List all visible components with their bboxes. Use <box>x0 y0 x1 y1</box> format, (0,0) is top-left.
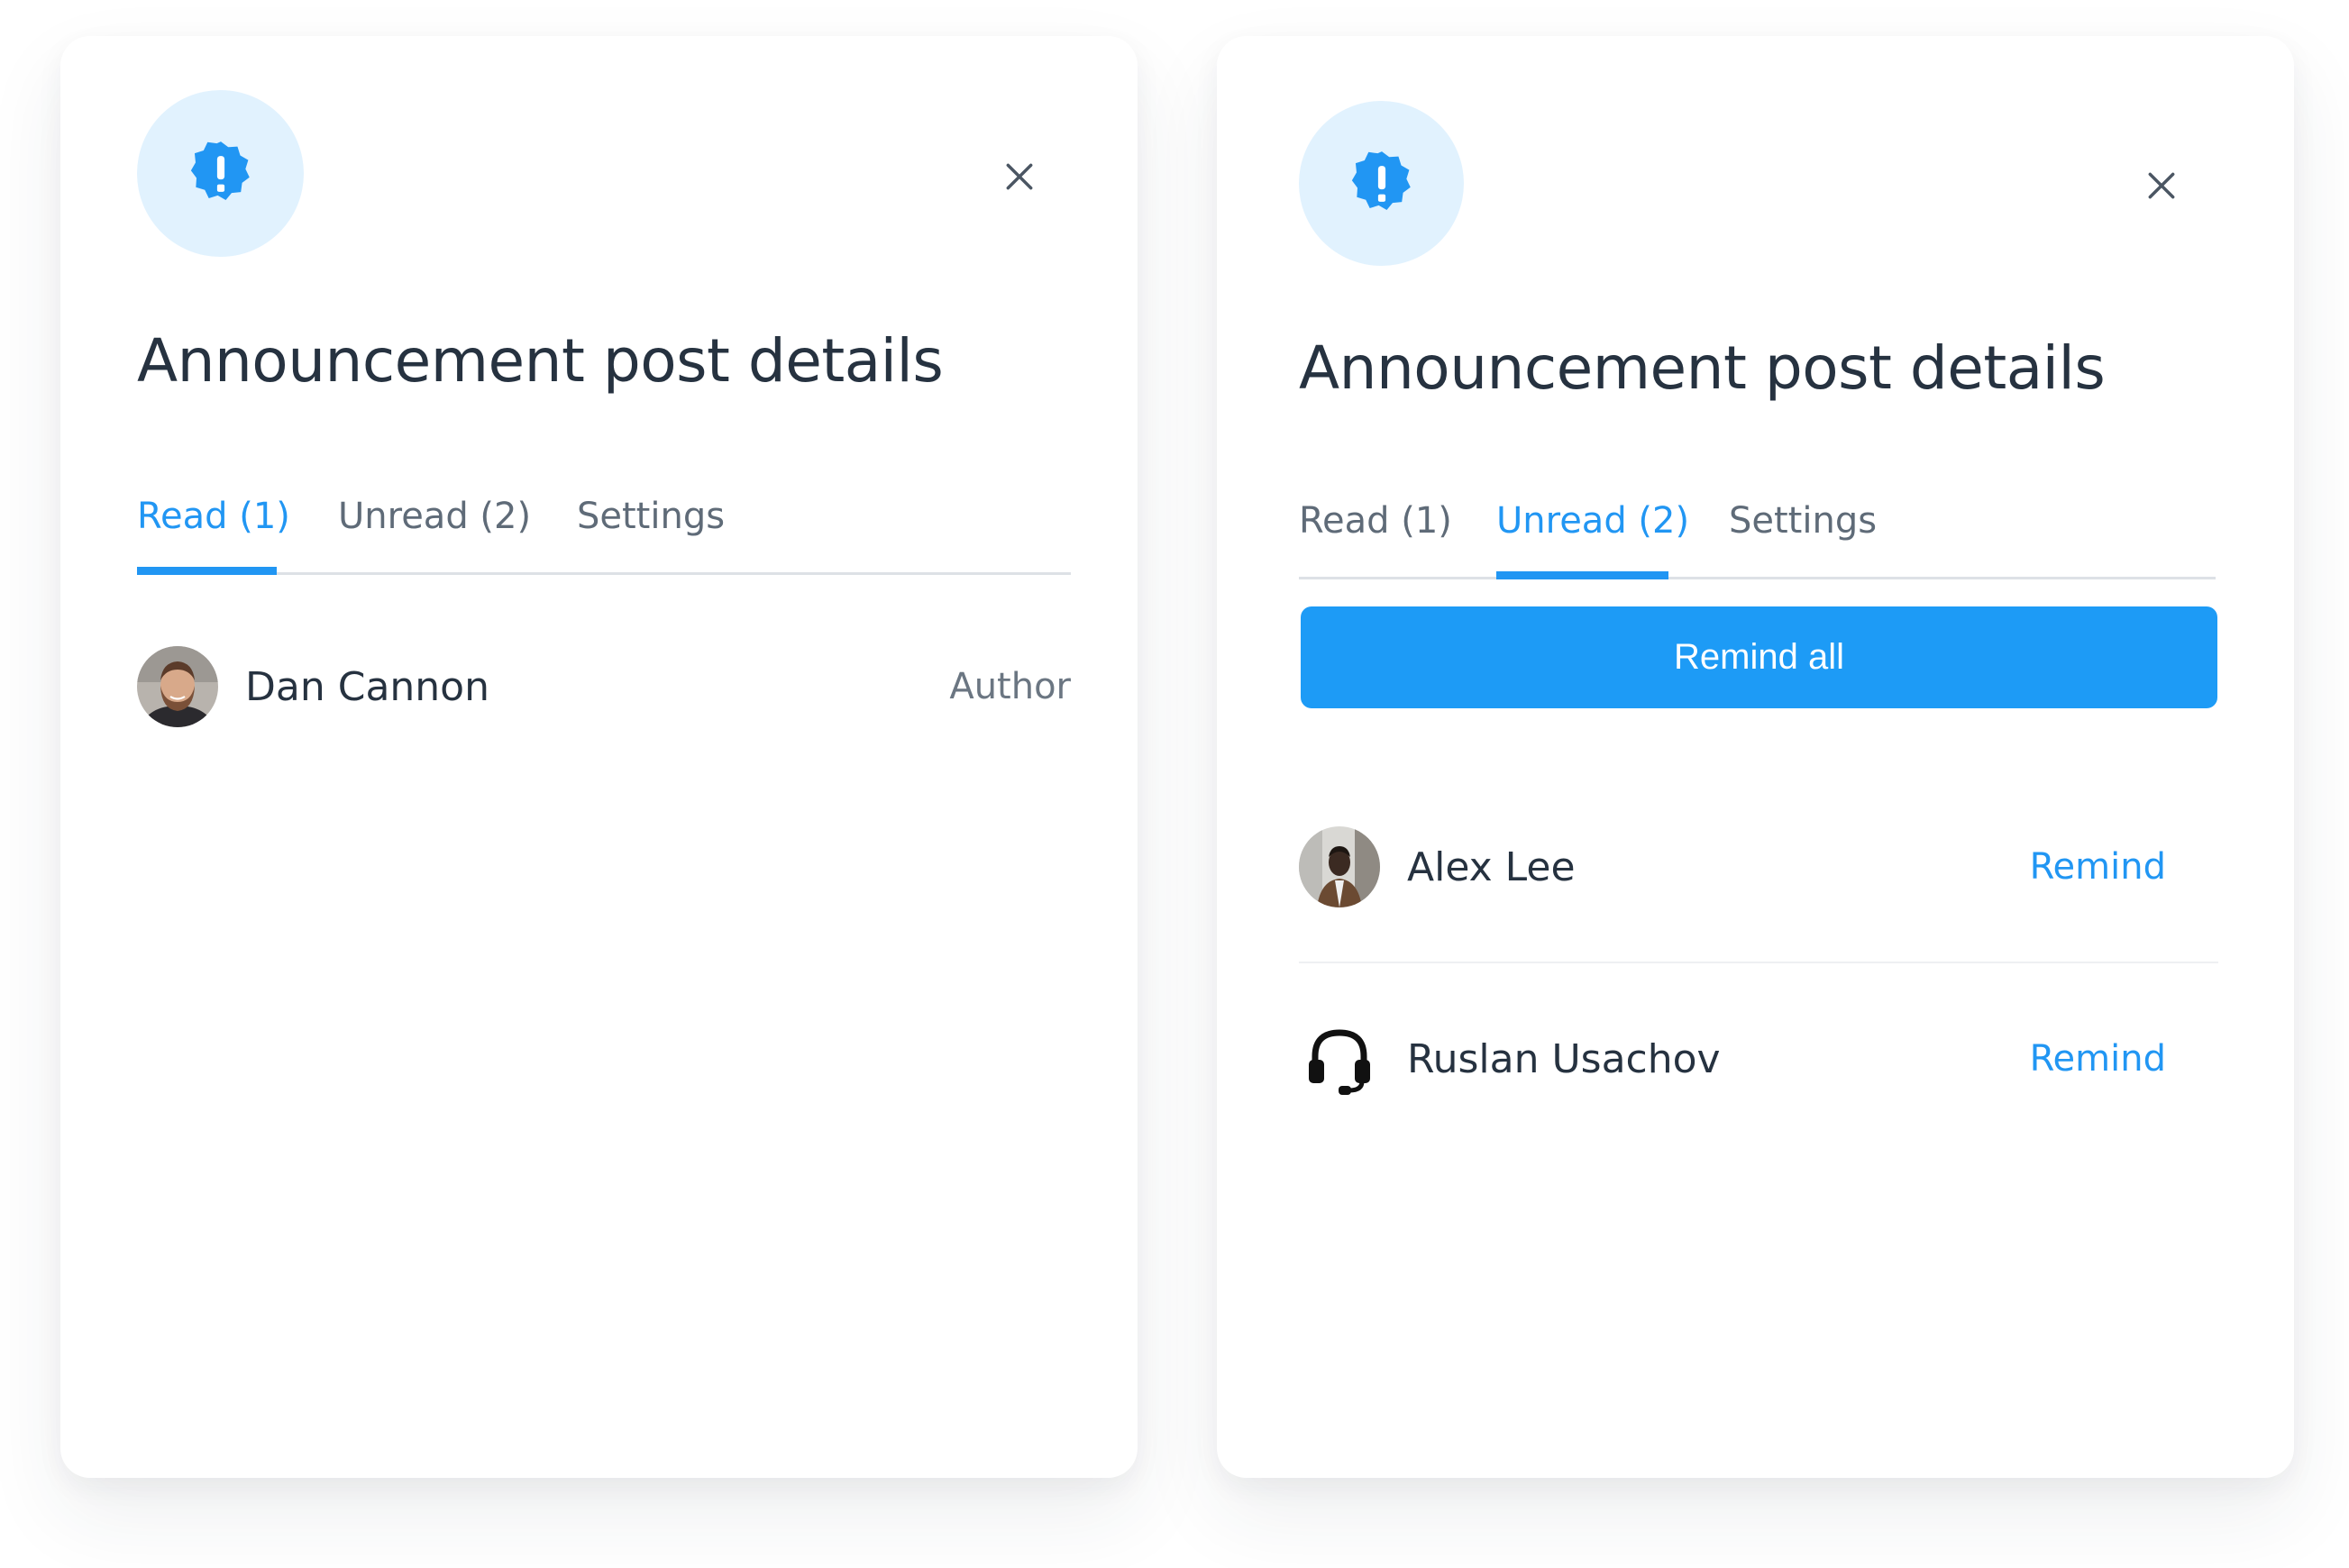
tab-settings[interactable]: Settings <box>577 496 725 537</box>
user-name: Ruslan Usachov <box>1407 1036 1721 1082</box>
headset-icon <box>1299 1018 1380 1099</box>
announcement-details-panel-unread: Announcement post details Read (1) Unrea… <box>1217 36 2294 1478</box>
user-name: Alex Lee <box>1407 844 1576 890</box>
row-divider <box>1299 962 2218 963</box>
user-photo-icon <box>1299 826 1380 907</box>
user-name: Dan Cannon <box>245 664 489 710</box>
remind-button[interactable]: Remind <box>2030 1038 2166 1080</box>
close-icon <box>1006 163 1033 190</box>
user-photo-icon <box>137 646 218 727</box>
remind-button[interactable]: Remind <box>2030 846 2166 888</box>
tab-unread[interactable]: Unread (2) <box>1496 500 1689 542</box>
panel-title: Announcement post details <box>1299 333 2106 403</box>
tab-unread[interactable]: Unread (2) <box>338 496 531 537</box>
role-label: Author <box>949 666 1071 707</box>
close-icon <box>2148 172 2175 199</box>
list-item: Alex Lee Remind <box>1299 826 2216 907</box>
close-button[interactable] <box>2135 160 2188 212</box>
tab-settings[interactable]: Settings <box>1729 500 1877 542</box>
list-item: Ruslan Usachov Remind <box>1299 1018 2216 1099</box>
panel-title: Announcement post details <box>137 326 944 396</box>
alert-badge-icon <box>137 90 304 257</box>
active-tab-indicator <box>1496 571 1668 579</box>
tab-bar: Read (1) Unread (2) Settings <box>1299 491 2216 579</box>
close-button[interactable] <box>993 150 1046 203</box>
tab-read[interactable]: Read (1) <box>137 496 290 537</box>
alert-badge-icon <box>1299 101 1464 266</box>
tab-read[interactable]: Read (1) <box>1299 500 1452 542</box>
announcement-details-panel-read: Announcement post details Read (1) Unrea… <box>60 36 1138 1478</box>
list-item: Dan Cannon Author <box>137 646 1071 727</box>
tab-bar: Read (1) Unread (2) Settings <box>137 487 1071 575</box>
active-tab-indicator <box>137 567 277 575</box>
remind-all-button[interactable]: Remind all <box>1301 606 2217 708</box>
